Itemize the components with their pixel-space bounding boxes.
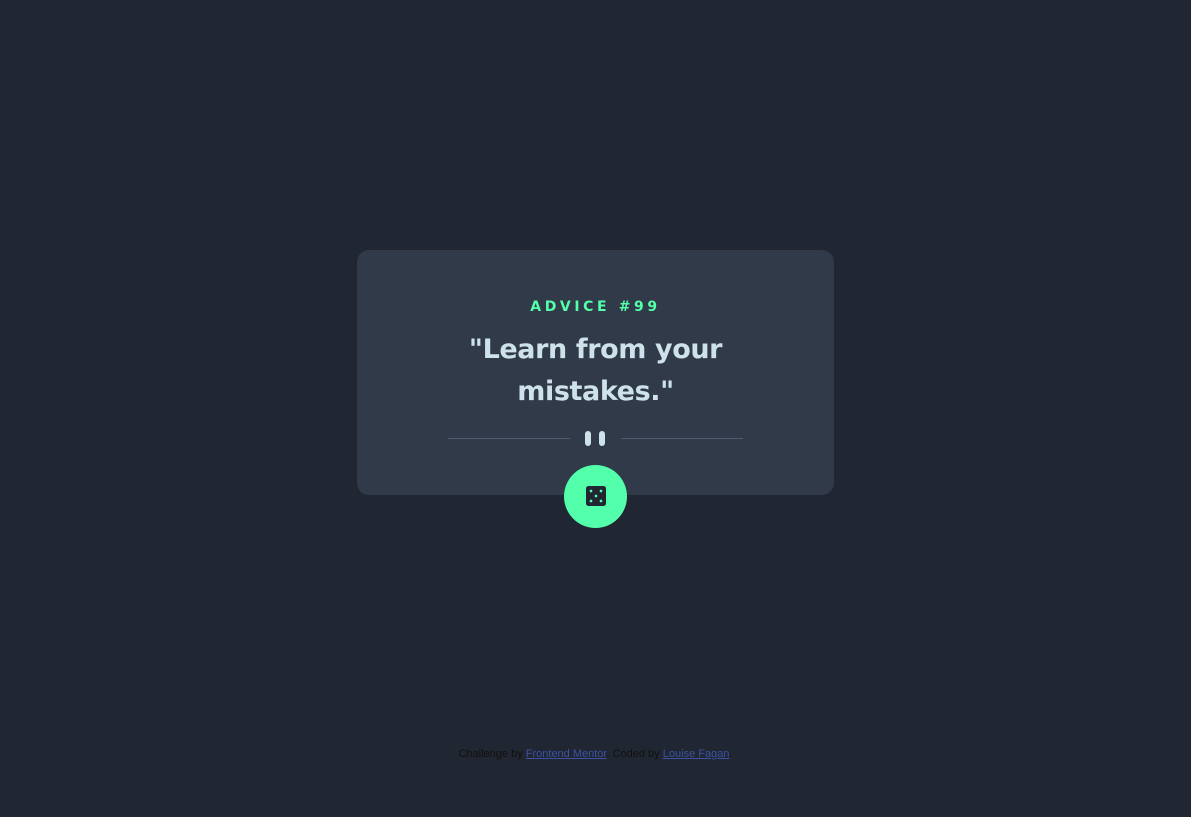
separator-text: . [606, 748, 610, 760]
dice-icon [586, 486, 606, 506]
divider-line-right [621, 438, 743, 439]
advice-id: ADVICE #99 [530, 299, 661, 315]
end-text: . [729, 748, 733, 760]
attribution: Challenge by Frontend Mentor. Coded by L… [0, 746, 1191, 762]
frontend-mentor-link[interactable]: Frontend Mentor [526, 748, 607, 760]
coded-by-text: Coded by [612, 748, 660, 760]
advice-card: ADVICE #99 "Learn from your mistakes." [357, 250, 834, 528]
author-link[interactable]: Louise Fagan [663, 748, 730, 760]
pattern-divider [448, 431, 743, 447]
divider-line-left [448, 438, 570, 439]
new-advice-button[interactable] [564, 465, 627, 528]
advice-quote: "Learn from your mistakes." [468, 334, 723, 407]
pause-icon [585, 431, 605, 447]
challenge-by-text: Challenge by [458, 748, 523, 760]
